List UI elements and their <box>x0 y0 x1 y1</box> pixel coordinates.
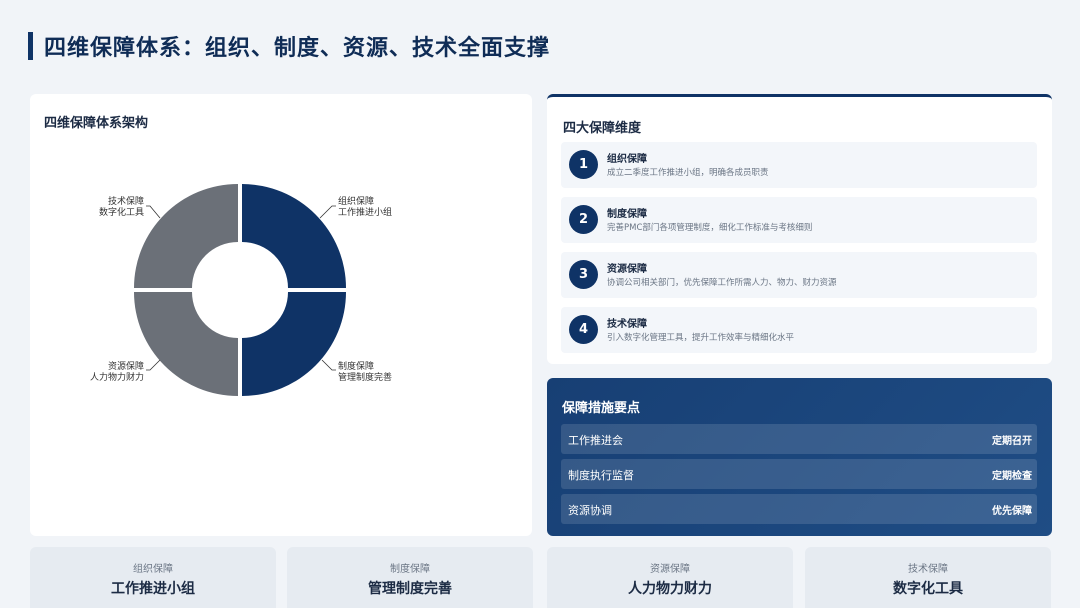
dimension-item-technology: 4 技术保障 引入数字化管理工具，提升工作效率与精细化水平 <box>561 307 1037 353</box>
dimension-desc: 引入数字化管理工具，提升工作效率与精细化水平 <box>607 333 795 343</box>
tile-value: 工作推进小组 <box>111 581 195 597</box>
summary-tile-organization: 组织保障 工作推进小组 <box>30 547 276 608</box>
segment-label-organization-1: 组织保障 <box>338 195 374 207</box>
segment-label-system-1: 制度保障 <box>338 360 374 372</box>
tile-subtitle: 技术保障 <box>908 564 948 575</box>
segment-label-organization-2: 工作推进小组 <box>338 206 392 218</box>
segment-label-technology-2: 数字化工具 <box>99 206 144 218</box>
dimension-number-badge: 1 <box>569 150 598 179</box>
dimensions-title: 四大保障维度 <box>563 121 642 136</box>
measure-row-meeting: 工作推进会 定期召开 <box>561 424 1037 454</box>
donut-segment-resource <box>134 292 238 396</box>
measure-label: 制度执行监督 <box>568 469 634 482</box>
dimension-number-badge: 4 <box>569 315 598 344</box>
measure-value: 定期检查 <box>992 471 1032 482</box>
dimension-desc: 协调公司相关部门，优先保障工作所需人力、物力、财力资源 <box>607 278 837 288</box>
measure-row-resource: 资源协调 优先保障 <box>561 494 1037 524</box>
dimension-number-badge: 3 <box>569 260 598 289</box>
donut-segment-system <box>242 292 346 396</box>
tile-subtitle: 组织保障 <box>133 564 173 575</box>
donut-segment-organization <box>242 184 346 288</box>
architecture-chart-card: 四维保障体系架构 组织保障 工作推进小组 制度保障 管理制度完善 资源保障 人力… <box>30 94 532 536</box>
dimension-name: 技术保障 <box>607 319 647 330</box>
measure-row-supervision: 制度执行监督 定期检查 <box>561 459 1037 489</box>
donut-chart: 组织保障 工作推进小组 制度保障 管理制度完善 资源保障 人力物力财力 技术保障… <box>90 184 392 396</box>
segment-label-system-2: 管理制度完善 <box>338 371 392 383</box>
summary-tile-system: 制度保障 管理制度完善 <box>287 547 533 608</box>
measures-card: 保障措施要点 工作推进会 定期召开 制度执行监督 定期检查 资源协调 优先保障 <box>547 378 1052 536</box>
summary-tile-technology: 技术保障 数字化工具 <box>805 547 1051 608</box>
dimension-item-resource: 3 资源保障 协调公司相关部门，优先保障工作所需人力、物力、财力资源 <box>561 252 1037 298</box>
segment-label-technology-1: 技术保障 <box>108 195 144 207</box>
measure-value: 定期召开 <box>992 436 1032 447</box>
segment-label-resource-2: 人力物力财力 <box>90 371 144 383</box>
tile-subtitle: 制度保障 <box>390 564 430 575</box>
tile-value: 管理制度完善 <box>368 581 452 597</box>
page-title: 四维保障体系：组织、制度、资源、技术全面支撑 <box>44 36 551 61</box>
measure-value: 优先保障 <box>992 506 1032 517</box>
dimension-item-system: 2 制度保障 完善PMC部门各项管理制度，细化工作标准与考核细则 <box>561 197 1037 243</box>
segment-label-resource-1: 资源保障 <box>108 360 144 372</box>
dimension-item-organization: 1 组织保障 成立二季度工作推进小组，明确各成员职责 <box>561 142 1037 188</box>
measures-title: 保障措施要点 <box>562 401 641 416</box>
leader-line-resource <box>146 359 161 371</box>
dimension-number-badge: 2 <box>569 205 598 234</box>
leader-line-organization <box>319 205 336 219</box>
summary-tile-resource: 资源保障 人力物力财力 <box>547 547 793 608</box>
donut-segment-technology <box>134 184 238 288</box>
tile-subtitle: 资源保障 <box>650 564 690 575</box>
tile-value: 数字化工具 <box>893 581 963 597</box>
title-accent-bar <box>28 32 33 60</box>
dimension-desc: 完善PMC部门各项管理制度，细化工作标准与考核细则 <box>607 223 813 233</box>
measure-label: 资源协调 <box>568 504 612 517</box>
dimension-name: 制度保障 <box>607 209 647 220</box>
leader-line-technology <box>146 205 161 219</box>
dimension-name: 组织保障 <box>607 154 647 165</box>
page-header: 四维保障体系：组织、制度、资源、技术全面支撑 <box>28 30 550 62</box>
dimension-name: 资源保障 <box>607 264 647 275</box>
measure-label: 工作推进会 <box>568 434 623 447</box>
tile-value: 人力物力财力 <box>628 581 712 597</box>
leader-line-system <box>321 359 336 371</box>
dimensions-card: 四大保障维度 1 组织保障 成立二季度工作推进小组，明确各成员职责 2 制度保障… <box>547 94 1052 364</box>
dimension-desc: 成立二季度工作推进小组，明确各成员职责 <box>607 168 769 178</box>
